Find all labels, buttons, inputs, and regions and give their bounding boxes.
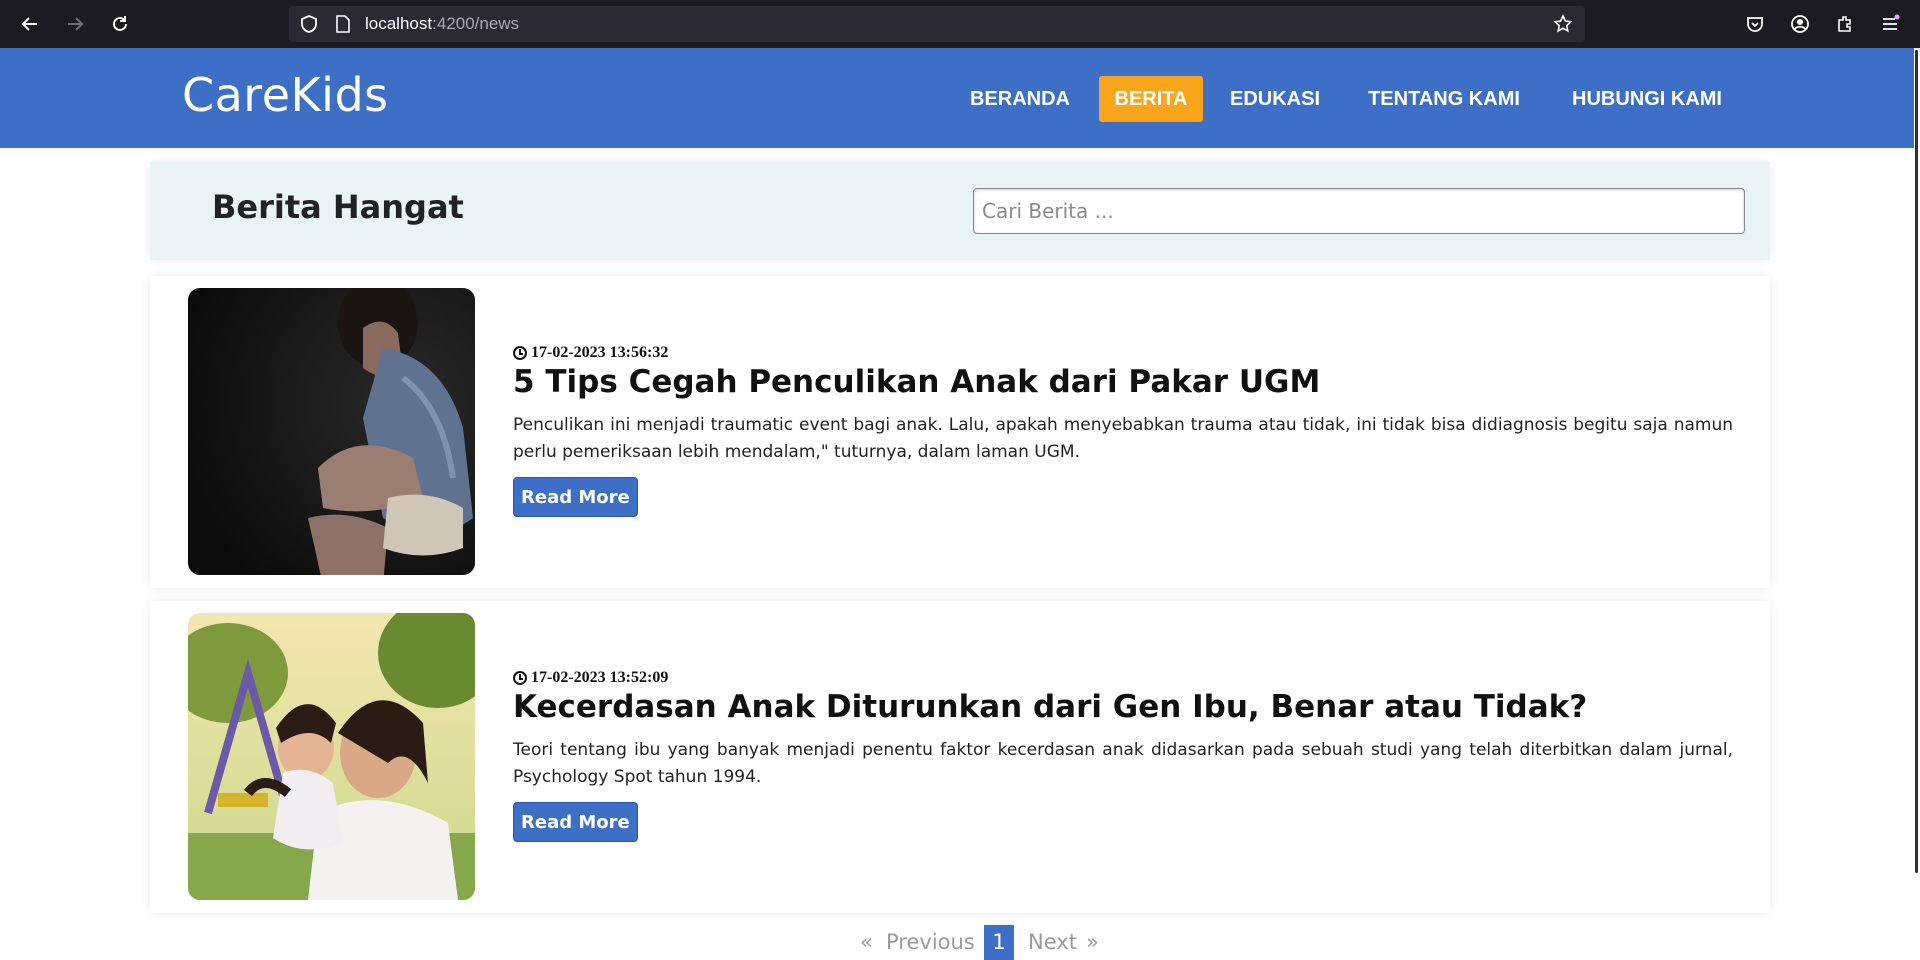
- news-date-text: 17-02-2023 13:52:09: [531, 669, 669, 686]
- search-input[interactable]: [973, 188, 1745, 234]
- next-link[interactable]: Next: [1028, 925, 1077, 960]
- account-icon[interactable]: [1786, 10, 1814, 38]
- shield-icon[interactable]: [299, 15, 319, 33]
- bookmark-star-icon[interactable]: [1553, 14, 1573, 33]
- page-1-link[interactable]: 1: [984, 925, 1014, 960]
- menu-icon[interactable]: [1876, 10, 1904, 38]
- clock-icon: [513, 346, 527, 360]
- previous-link[interactable]: Previous: [886, 925, 975, 960]
- news-date: 17-02-2023 13:56:32: [513, 344, 668, 362]
- nav-beranda[interactable]: BERANDA: [960, 76, 1080, 122]
- nav-tentang-kami[interactable]: TENTANG KAMI: [1359, 76, 1529, 122]
- page-icon[interactable]: [333, 15, 353, 33]
- news-title[interactable]: 5 Tips Cegah Penculikan Anak dari Pakar …: [513, 364, 1320, 400]
- nav-edukasi[interactable]: EDUKASI: [1222, 76, 1328, 122]
- news-title-bar: Berita Hangat: [150, 162, 1770, 260]
- forward-icon[interactable]: [61, 10, 89, 38]
- news-title[interactable]: Kecerdasan Anak Diturunkan dari Gen Ibu,…: [513, 689, 1587, 725]
- pagination: « Previous 1 Next »: [0, 925, 1920, 960]
- news-date-text: 17-02-2023 13:56:32: [531, 344, 669, 361]
- news-date: 17-02-2023 13:52:09: [513, 669, 668, 687]
- page-title: Berita Hangat: [212, 188, 464, 226]
- url-text[interactable]: localhost:4200/news: [365, 6, 519, 42]
- site-header: CareKids BERANDA BERITA EDUKASI TENTANG …: [0, 48, 1920, 148]
- nav-berita[interactable]: BERITA: [1099, 76, 1203, 122]
- scrollbar-thumb[interactable]: [1915, 50, 1918, 873]
- clock-icon: [513, 671, 527, 685]
- news-excerpt: Penculikan ini menjadi traumatic event b…: [513, 415, 1733, 462]
- reload-icon[interactable]: [106, 10, 134, 38]
- news-card: 17-02-2023 13:52:09 Kecerdasan Anak Ditu…: [150, 601, 1770, 913]
- next-arrow[interactable]: »: [1086, 925, 1099, 960]
- nav-hubungi-kami[interactable]: HUBUNGI KAMI: [1563, 76, 1731, 122]
- news-thumbnail[interactable]: [188, 613, 475, 900]
- previous-arrow[interactable]: «: [860, 925, 873, 960]
- browser-toolbar: localhost:4200/news: [0, 0, 1920, 48]
- main-nav: BERANDA BERITA EDUKASI TENTANG KAMI HUBU…: [0, 76, 1920, 122]
- read-more-button[interactable]: Read More: [513, 477, 638, 517]
- address-bar[interactable]: localhost:4200/news: [289, 6, 1585, 42]
- pocket-icon[interactable]: [1741, 10, 1769, 38]
- extensions-icon[interactable]: [1831, 10, 1859, 38]
- read-more-button[interactable]: Read More: [513, 802, 638, 842]
- news-card: 17-02-2023 13:56:32 5 Tips Cegah Penculi…: [150, 276, 1770, 588]
- news-excerpt: Teori tentang ibu yang banyak menjadi pe…: [513, 740, 1733, 787]
- news-thumbnail[interactable]: [188, 288, 475, 575]
- back-icon[interactable]: [16, 10, 44, 38]
